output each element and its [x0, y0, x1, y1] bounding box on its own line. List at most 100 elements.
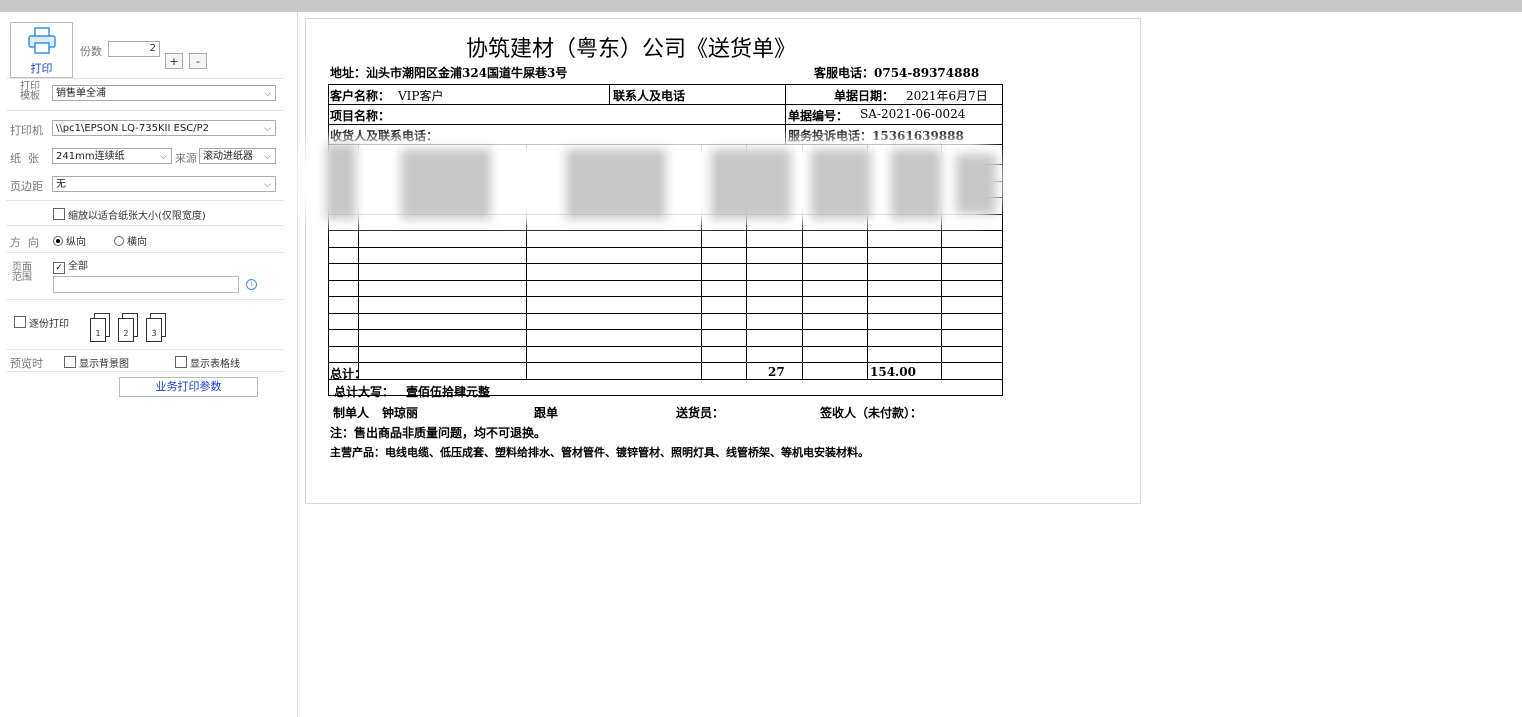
page-range-input[interactable]: [53, 276, 239, 293]
copies-plus-button[interactable]: +: [165, 53, 183, 69]
maker-label: 制单人: [333, 406, 370, 420]
margin-label: 页边距: [10, 180, 43, 193]
divider: [6, 299, 284, 300]
signer-label: 签收人（未付款）：: [820, 406, 923, 420]
grid-row-line: [328, 280, 1003, 281]
service-phone-text: 客服电话：0754-89374888: [814, 66, 980, 80]
source-value: 滚动进纸器: [203, 151, 253, 162]
copies-minus-button[interactable]: -: [189, 53, 207, 69]
divider: [6, 349, 284, 350]
show-background-label: 显示背景图: [79, 359, 129, 370]
preview-page: 协筑建材（粤东）公司《送货单》 地址：汕头市潮阳区金浦324国道牛屎巷3号 客服…: [294, 18, 1141, 504]
grid-row-line: [328, 247, 1003, 248]
print-button[interactable]: 打印: [10, 22, 73, 78]
total-label: 总计：: [330, 367, 367, 381]
all-pages-label: 全部: [68, 261, 88, 272]
printer-icon: [28, 27, 56, 54]
copies-label: 份数: [80, 45, 102, 58]
date-label: 单据日期：: [834, 89, 895, 103]
landscape-radio[interactable]: 横向: [114, 233, 147, 248]
chevron-down-icon: ⌵: [264, 152, 271, 162]
grid-row-line: [328, 379, 1003, 380]
info-icon[interactable]: i: [246, 279, 257, 290]
grid-column-line: [746, 362, 747, 379]
project-label: 项目名称：: [330, 109, 391, 123]
checkbox-box: [175, 356, 187, 368]
all-pages-checkbox[interactable]: ✓ 全部: [53, 257, 88, 274]
number-label: 单据编号：: [788, 109, 849, 123]
scale-to-fit-checkbox[interactable]: 缩放以适合纸张大小(仅限宽度): [53, 207, 206, 222]
radio-dot: [114, 236, 124, 246]
print-settings-panel: 打印 份数 2 + - 打印 模板 销售单全浦 ⌵ 打印机 \\pc1\EPSO…: [0, 12, 298, 717]
grid-row-line: [328, 346, 1003, 347]
show-background-checkbox[interactable]: 显示背景图: [64, 355, 129, 370]
show-grid-checkbox[interactable]: 显示表格线: [175, 355, 240, 370]
total-quantity: 27: [768, 365, 785, 379]
grid-row-line: [328, 230, 1003, 231]
uppercase-label: 总计大写：: [334, 385, 395, 399]
redaction-block: [566, 149, 666, 219]
uppercase-value: 壹佰伍拾肆元整: [406, 385, 491, 399]
table-border: [785, 84, 786, 144]
checkbox-box: [64, 356, 76, 368]
grid-row-line: [328, 263, 1003, 264]
grid-column-line: [701, 362, 702, 379]
chevron-down-icon: ⌵: [160, 152, 167, 162]
paper-select[interactable]: 241mm连续纸 ⌵: [52, 148, 172, 164]
redaction-block: [956, 154, 996, 214]
chevron-down-icon: ⌵: [264, 89, 271, 99]
chevron-down-icon: ⌵: [264, 180, 271, 190]
copies-value: 2: [149, 43, 156, 54]
redaction-block: [401, 149, 491, 219]
printer-select[interactable]: \\pc1\EPSON LQ-735KII ESC/P2 ⌵: [52, 120, 276, 136]
business-print-params-button[interactable]: 业务打印参数: [119, 377, 258, 397]
radio-dot: [53, 236, 63, 246]
template-label: 打印 模板: [20, 81, 40, 102]
checkbox-box: [14, 316, 26, 328]
redaction-block: [891, 149, 941, 219]
portrait-radio[interactable]: 纵向: [53, 233, 86, 248]
show-grid-label: 显示表格线: [190, 359, 240, 370]
contact-label: 联系人及电话: [613, 89, 686, 103]
paper-value: 241mm连续纸: [56, 151, 125, 162]
sender-label: 送货员：: [676, 406, 725, 420]
products-text: 主营产品：电线电缆、低压成套、塑料给排水、管材管件、镀锌管材、照明灯具、线管桥架…: [330, 446, 869, 459]
follower-label: 跟单: [534, 406, 559, 420]
preview-label: 预览时: [10, 357, 43, 370]
redaction-block: [711, 149, 791, 219]
table-border: [328, 124, 1003, 125]
window-top-bar: [0, 0, 1522, 12]
grid-column-line: [941, 362, 942, 379]
chevron-down-icon: ⌵: [264, 124, 271, 134]
margin-select[interactable]: 无 ⌵: [52, 176, 276, 192]
number-value: SA-2021-06-0024: [860, 107, 966, 121]
direction-label: 方 向: [10, 236, 39, 249]
table-border: [328, 84, 329, 396]
collate-checkbox[interactable]: 逐份打印: [14, 315, 69, 330]
note-text: 注：售出商品非质量问题，均不可退换。: [330, 426, 547, 440]
table-border: [328, 84, 1003, 85]
source-label: 来源: [175, 152, 197, 165]
table-border: [1002, 84, 1003, 396]
grid-row-line: [328, 313, 1003, 314]
margin-value: 无: [56, 179, 66, 190]
maker-value: 钟琼丽: [382, 406, 419, 420]
divider: [6, 78, 284, 79]
customer-value: VIP客户: [398, 89, 444, 103]
divider: [6, 200, 284, 201]
document-title: 协筑建材（粤东）公司《送货单》: [466, 37, 797, 62]
paper-label: 纸 张: [10, 152, 39, 165]
redaction-block: [811, 149, 871, 219]
copies-input[interactable]: 2: [108, 41, 160, 57]
table-border: [609, 84, 610, 104]
date-value: 2021年6月7日: [906, 89, 988, 103]
source-select[interactable]: 滚动进纸器 ⌵: [199, 148, 276, 164]
customer-label: 客户名称：: [330, 89, 391, 103]
page-range-label: 页面 范围: [12, 262, 32, 283]
template-select[interactable]: 销售单全浦 ⌵: [52, 85, 276, 101]
portrait-label: 纵向: [66, 237, 86, 248]
address-text: 地址：汕头市潮阳区金浦324国道牛屎巷3号: [330, 66, 568, 80]
grid-column-line: [867, 362, 868, 379]
printer-value: \\pc1\EPSON LQ-735KII ESC/P2: [56, 123, 210, 134]
print-button-label: 打印: [30, 62, 53, 75]
